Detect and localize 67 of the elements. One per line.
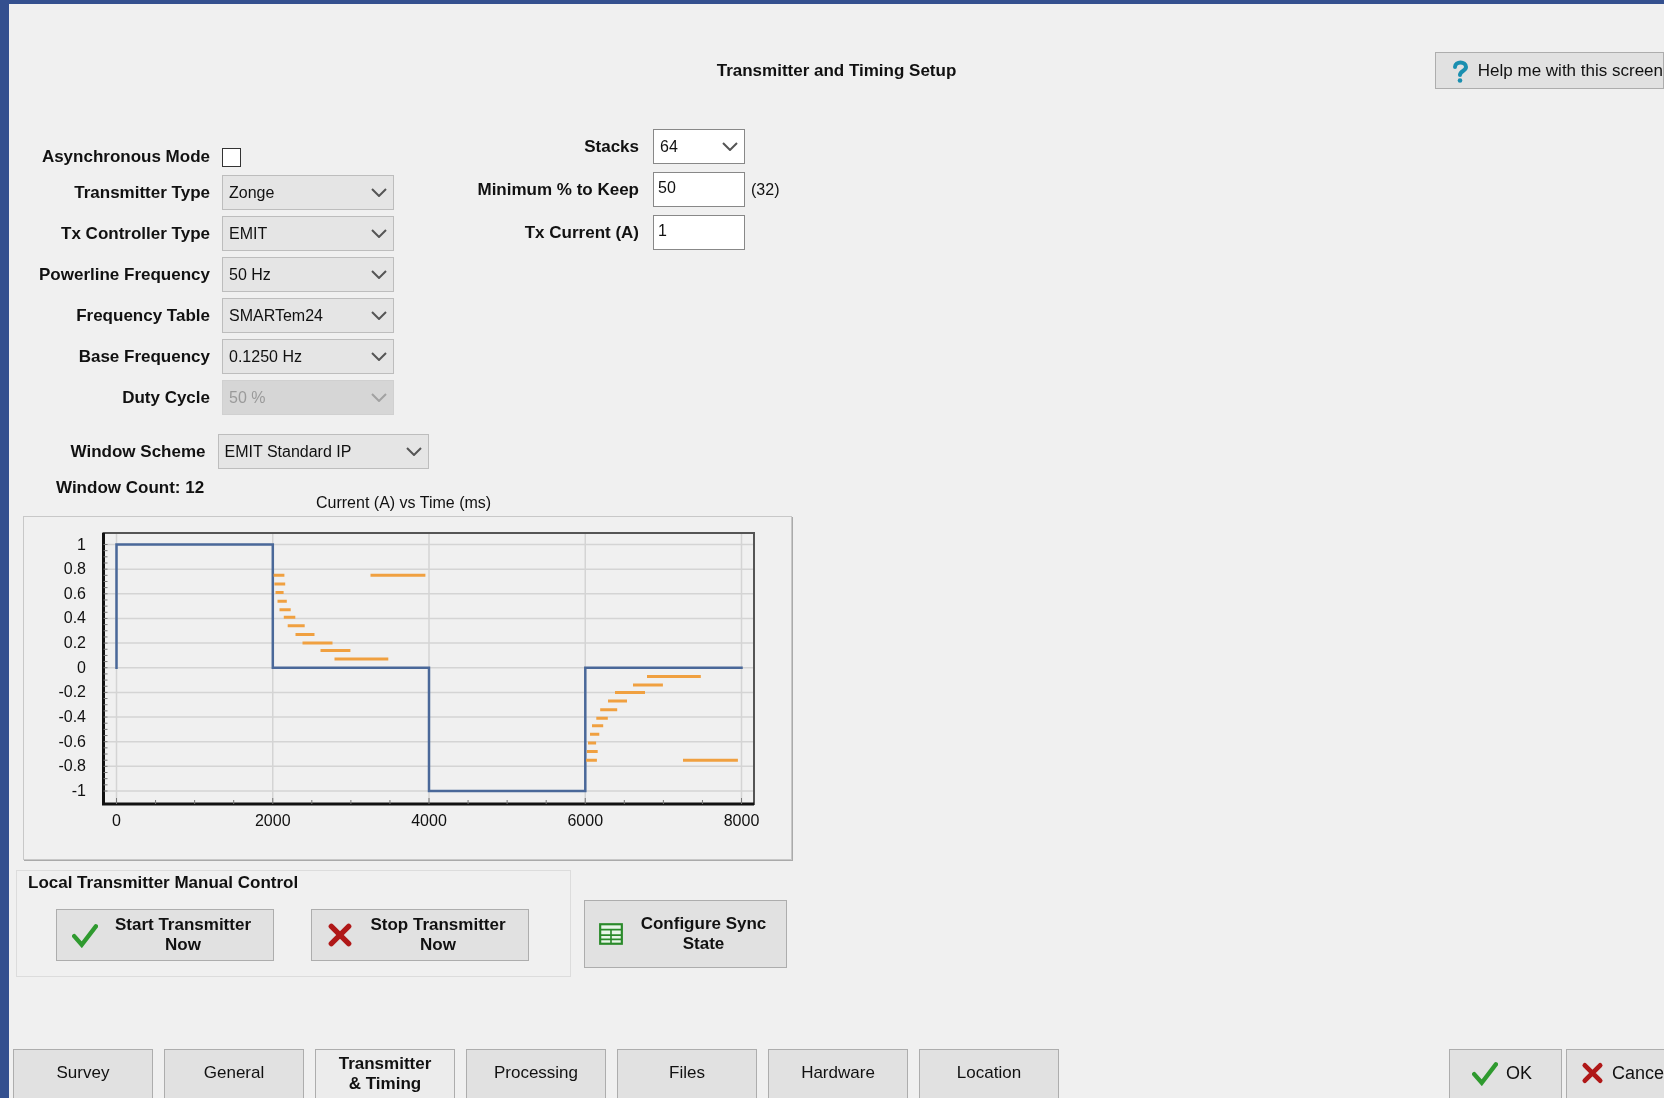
tick-label: -0.6 <box>58 732 86 750</box>
chart-title: Current (A) vs Time (ms) <box>316 494 492 512</box>
configure-button[interactable]: Configure Sync State <box>584 900 787 968</box>
tab[interactable]: Processing <box>466 1049 606 1098</box>
chevron-down-icon <box>406 447 422 456</box>
tick-label: 0.8 <box>63 560 86 578</box>
tab[interactable]: Files <box>617 1049 757 1098</box>
chevron-down-icon <box>371 352 387 361</box>
chevron-down-icon <box>371 270 387 279</box>
cancel-button[interactable]: Cance <box>1566 1049 1664 1098</box>
field-label: Window Scheme <box>69 441 207 462</box>
dropdown[interactable]: 50 Hz <box>222 257 394 292</box>
dropdown[interactable]: 0.1250 Hz <box>222 339 394 374</box>
tick-label: 0.2 <box>63 634 86 652</box>
tab[interactable]: Survey <box>13 1049 153 1098</box>
chevron-down-icon <box>722 142 738 151</box>
tick-label: -0.2 <box>58 683 86 701</box>
field-label: Duty Cycle <box>121 387 211 408</box>
tick-label: -0.4 <box>58 708 86 726</box>
field-label: Base Frequency <box>77 346 211 367</box>
tick-label: 4000 <box>411 812 447 829</box>
tick-label: -1 <box>71 782 86 799</box>
field-label: Powerline Frequency <box>38 264 211 285</box>
start-button[interactable]: Start Transmitter Now <box>56 909 274 961</box>
x-mark-icon <box>1581 1060 1604 1086</box>
field-label: Tx Controller Type <box>60 223 211 244</box>
checkbox[interactable] <box>222 147 241 167</box>
tick-label: 0 <box>77 658 86 676</box>
dropdown[interactable]: EMIT Standard IP <box>217 434 429 469</box>
tab[interactable]: Hardware <box>768 1049 908 1098</box>
tick-label: 0.6 <box>63 584 86 602</box>
tick-label: 2000 <box>254 812 291 829</box>
table-icon <box>597 921 624 947</box>
field-label: Minimum % to Keep <box>476 179 640 200</box>
tab[interactable]: General <box>164 1049 304 1098</box>
tick-label: -0.8 <box>58 757 86 775</box>
dropdown[interactable]: 64 <box>653 129 745 164</box>
tick-label: 0 <box>112 812 121 829</box>
stop-button[interactable]: Stop Transmitter Now <box>311 909 529 961</box>
field-label: Stacks <box>583 136 640 157</box>
help-button[interactable]: Help me with this screen <box>1434 52 1664 89</box>
chevron-down-icon <box>371 393 387 402</box>
dropdown[interactable]: SMARTem24 <box>222 298 394 333</box>
window-count: Window Count: 12 <box>56 478 206 498</box>
checkmark-icon <box>72 922 98 948</box>
input-field[interactable]: 1 <box>653 215 745 250</box>
chevron-down-icon <box>371 229 387 238</box>
tick-label: 8000 <box>723 812 760 829</box>
field-label: Frequency Table <box>75 305 211 326</box>
tick-label: 6000 <box>567 812 604 829</box>
chevron-down-icon <box>371 188 387 197</box>
input-field[interactable]: 50 <box>653 172 745 207</box>
chevron-down-icon <box>371 311 387 320</box>
tick-label: 0.4 <box>63 609 86 627</box>
tab[interactable]: Location <box>919 1049 1059 1098</box>
x-mark-icon <box>327 922 353 948</box>
dropdown[interactable]: Zonge <box>222 175 394 210</box>
field-label: Transmitter Type <box>73 182 211 203</box>
ok-button[interactable]: OK <box>1449 1049 1562 1098</box>
count-label: (32) <box>750 180 780 199</box>
dropdown[interactable]: EMIT <box>222 216 394 251</box>
tab[interactable]: Transmitter & Timing <box>315 1049 455 1098</box>
tick-label: 1 <box>77 535 86 553</box>
field-label: Asynchronous Mode <box>40 147 211 167</box>
field-label: Tx Current (A) <box>523 222 640 243</box>
screen-title: Transmitter and Timing Setup <box>716 60 957 81</box>
checkmark-icon <box>1472 1060 1498 1086</box>
